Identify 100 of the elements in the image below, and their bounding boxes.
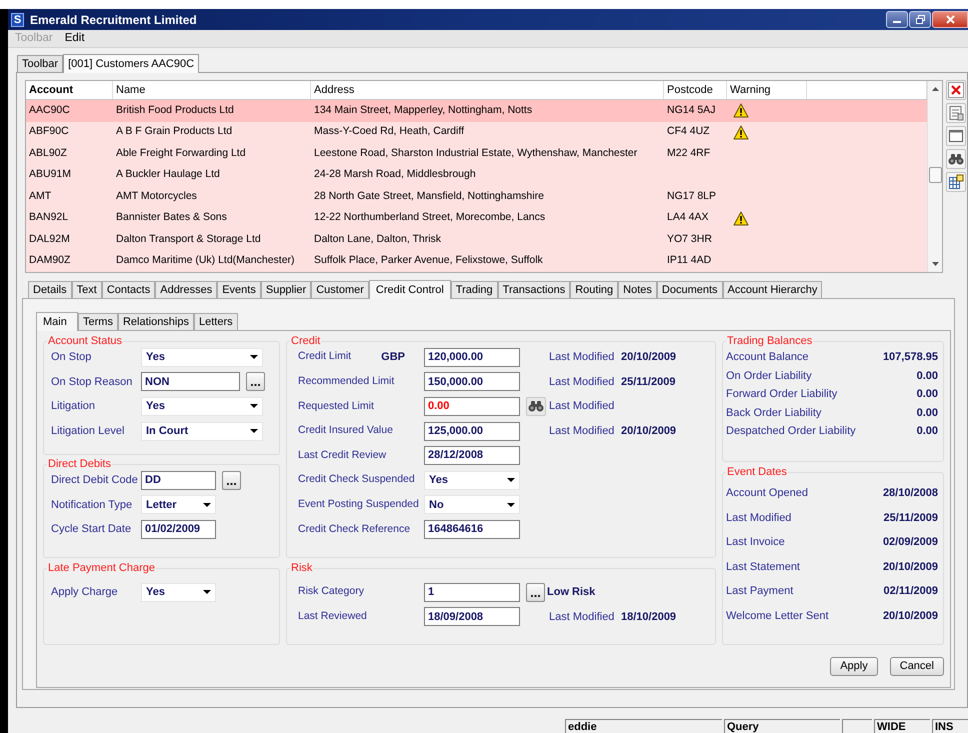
text-field[interactable]: 0.00	[424, 396, 520, 416]
table-cell-text: DAL92M	[28, 232, 71, 247]
table-cell-text: ABF90C	[28, 124, 70, 140]
dropdown[interactable]: Yes	[424, 470, 520, 490]
text-field[interactable]: NON	[141, 372, 240, 392]
table-cell-text: 134 Main Street, Mapperley, Nottingham, Notts	[313, 102, 534, 118]
balance-label: Last Payment	[726, 584, 794, 600]
text-field[interactable]: 1	[424, 582, 520, 602]
modified-date: 25/11/2009	[621, 374, 676, 390]
detail-tab[interactable]: Transactions	[498, 281, 570, 298]
scroll-thumb[interactable]	[928, 167, 942, 183]
text-field[interactable]: 120,000.00	[424, 348, 520, 367]
lookup-button[interactable]	[222, 470, 241, 490]
text-field[interactable]: 18/09/2008	[424, 607, 520, 626]
dropdown[interactable]: Yes	[141, 348, 263, 367]
group-title: Trading Balances	[726, 335, 814, 347]
column-header[interactable]: Warning	[727, 81, 807, 99]
ellipsis-icon	[251, 384, 260, 386]
balance-label: Last Invoice	[726, 535, 785, 550]
text-field[interactable]: 125,000.00	[424, 422, 520, 441]
close-button[interactable]	[932, 11, 968, 28]
search-button[interactable]	[526, 396, 546, 416]
minimize-icon	[893, 21, 901, 23]
document-tab[interactable]: [001] Customers AAC90C	[63, 54, 200, 73]
detail-tab[interactable]: Trading	[450, 281, 498, 298]
balance-value: 28/10/2008	[882, 486, 938, 502]
balance-value: 0.00	[916, 368, 938, 384]
balance-label: On Order Liability	[726, 368, 812, 384]
balance-label: Last Statement	[726, 560, 800, 575]
document-icon[interactable]	[946, 103, 966, 123]
text-field[interactable]: 164864616	[424, 520, 520, 539]
table-row[interactable]: AAC90C British Food Products Ltd 134 Main Street, Mapperley, Nottingham, Notts NG14 5AJ	[26, 100, 927, 122]
text-field[interactable]: DD	[141, 470, 216, 490]
detail-tab[interactable]: Addresses	[155, 281, 218, 298]
caret-icon	[203, 502, 211, 507]
table-cell-text: Suffolk Place, Parker Avenue, Felixstowe, Suffolk	[313, 253, 544, 268]
text-field[interactable]: 150,000.00	[424, 372, 520, 392]
table-cell-text: A B F Grain Products Ltd	[115, 124, 234, 140]
menu-item[interactable]: Edit	[64, 30, 85, 48]
close-icon[interactable]	[946, 80, 966, 100]
table-cell-text: A Buckler Haulage Ltd	[115, 167, 221, 182]
table-icon[interactable]	[946, 172, 966, 192]
app-logo: S	[11, 12, 24, 26]
group-title: Account Status	[47, 335, 123, 347]
balance-value: 0.00	[916, 387, 938, 402]
detail-tab[interactable]: Account Hierarchy	[722, 281, 822, 298]
scrollbar[interactable]	[927, 81, 942, 272]
detail-tab[interactable]: Events	[217, 281, 261, 298]
dropdown[interactable]: Yes	[141, 396, 263, 416]
modified-label: Last Modified	[549, 610, 616, 625]
balance-label: Account Opened	[726, 486, 808, 502]
column-header[interactable]: Postcode	[664, 81, 727, 99]
sub-tab[interactable]: Terms	[78, 313, 118, 330]
text-field[interactable]: 28/12/2008	[424, 446, 520, 466]
dropdown[interactable]: No	[424, 495, 520, 514]
dropdown[interactable]: In Court	[141, 422, 263, 441]
column-header[interactable]: Name	[113, 81, 311, 99]
detail-tab[interactable]: Supplier	[260, 281, 312, 298]
status-insert: INS	[932, 719, 968, 733]
sub-tab[interactable]: Relationships	[118, 313, 194, 330]
minimize-button[interactable]	[886, 11, 908, 28]
column-header[interactable]: Account	[26, 81, 113, 99]
sub-tab[interactable]: Main	[36, 312, 78, 331]
modified-date: 20/10/2009	[621, 350, 676, 366]
table-cell-text: ABU91M	[28, 167, 72, 182]
field-label: Risk Category	[298, 584, 364, 600]
detail-tab[interactable]: Text	[72, 281, 102, 298]
detail-tab[interactable]: Contacts	[102, 281, 156, 298]
window-icon[interactable]	[946, 126, 966, 146]
lookup-button[interactable]	[526, 582, 545, 602]
table-cell-text: 12-22 Northumberland Street, Morecombe, Lancs	[313, 210, 546, 226]
binoculars-icon[interactable]	[946, 149, 966, 169]
ellipsis-icon	[531, 594, 540, 597]
document-tab[interactable]: Toolbar	[17, 55, 64, 72]
lookup-button[interactable]	[246, 372, 265, 392]
balance-value: 25/11/2009	[884, 510, 938, 526]
dropdown[interactable]: Yes	[141, 582, 216, 602]
modified-date: 18/10/2009	[621, 610, 676, 625]
detail-tab[interactable]: Documents	[656, 281, 723, 298]
group-title: Direct Debits	[47, 458, 112, 470]
sub-tab[interactable]: Letters	[194, 313, 238, 330]
dropdown[interactable]: Letter	[141, 495, 216, 514]
dialog-button[interactable]: Apply	[830, 657, 878, 676]
detail-tab[interactable]: Routing	[570, 281, 618, 298]
risk-description: Low Risk	[547, 585, 596, 600]
currency-label: GBP	[381, 350, 405, 366]
restore-button[interactable]	[909, 11, 931, 28]
balance-label: Back Order Liability	[726, 406, 822, 420]
window-title: Emerald Recruitment Limited	[30, 12, 197, 28]
table-cell-text: DAM90Z	[28, 253, 72, 268]
column-header[interactable]: Address	[311, 81, 664, 99]
balance-value: 0.00	[916, 424, 938, 439]
detail-tab[interactable]: Details	[28, 281, 72, 298]
field-label: On Stop	[51, 350, 92, 366]
detail-tab[interactable]: Customer	[311, 281, 369, 298]
field-label: Credit Check Reference	[298, 522, 410, 537]
dialog-button[interactable]: Cancel	[890, 657, 944, 676]
detail-tab[interactable]: Notes	[618, 281, 657, 298]
detail-tab[interactable]: Credit Control	[368, 280, 451, 299]
text-field[interactable]: 01/02/2009	[141, 520, 216, 539]
